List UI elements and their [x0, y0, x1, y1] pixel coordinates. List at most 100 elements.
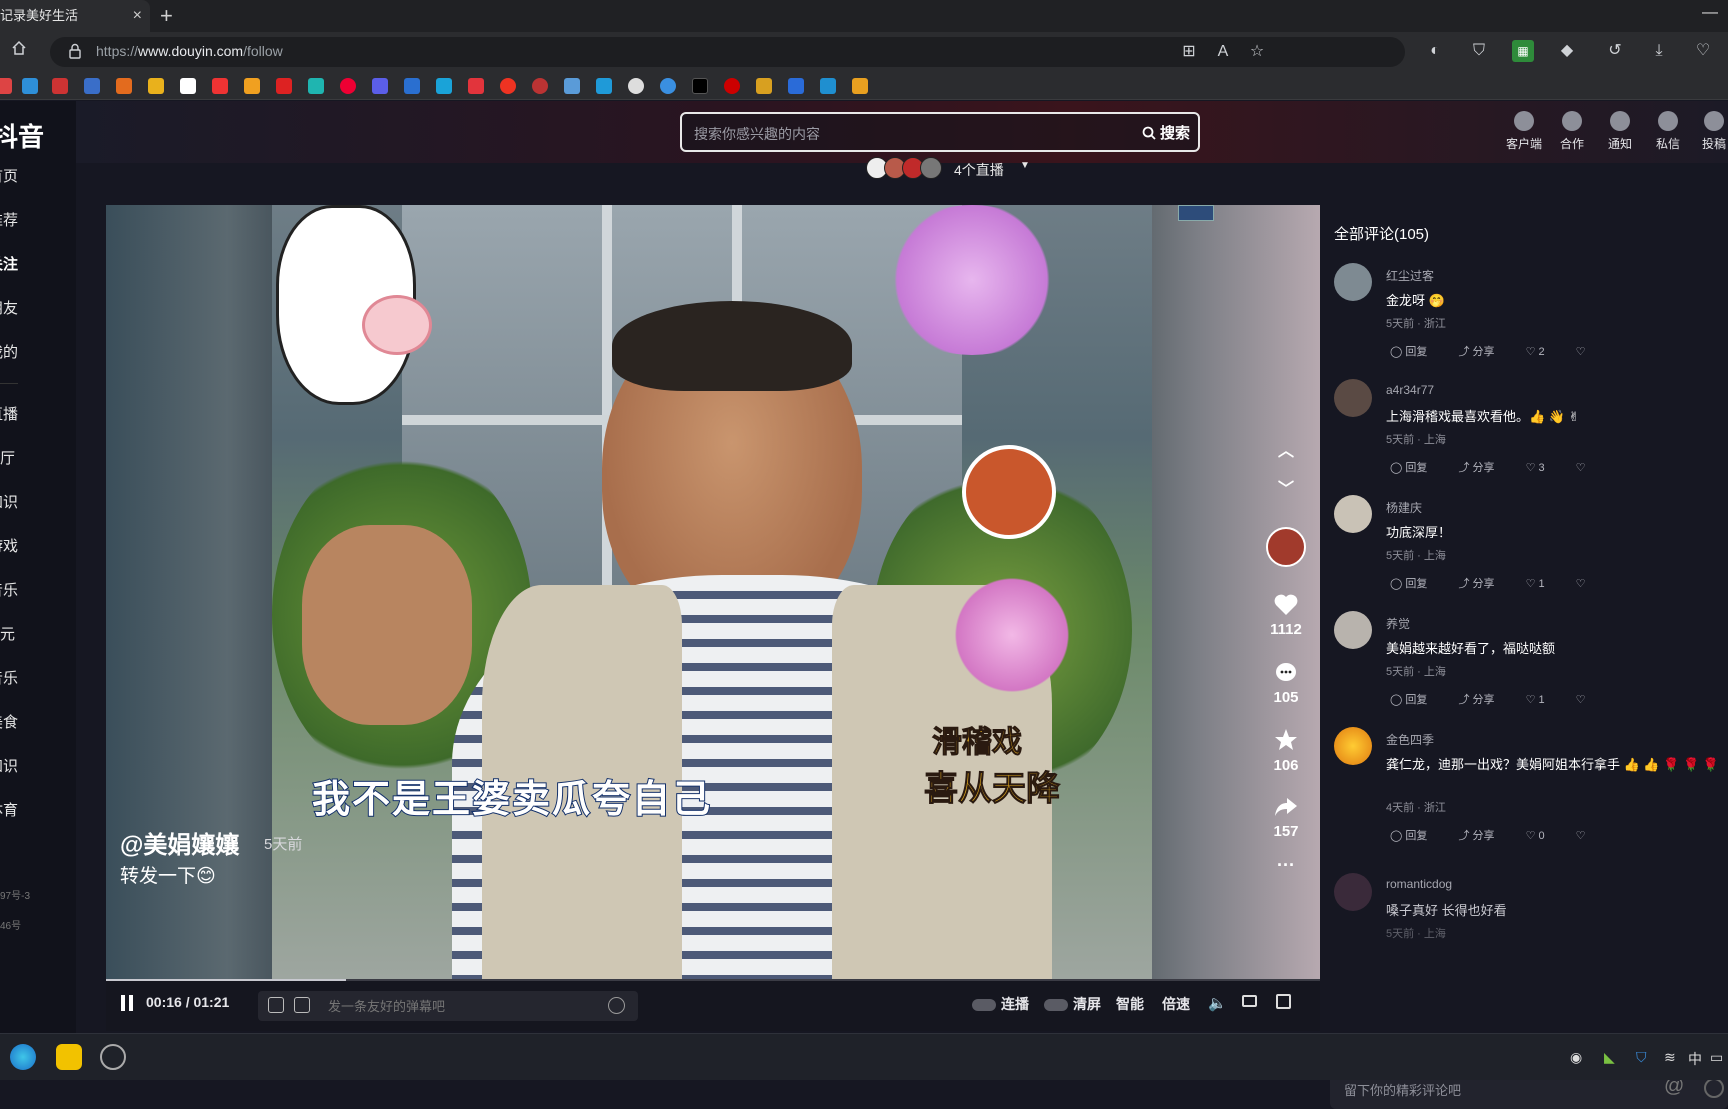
extension-icon[interactable]: ◐	[1424, 40, 1446, 62]
search-input[interactable]: 搜索你感兴趣的内容	[694, 124, 820, 144]
emoji-icon[interactable]	[1704, 1078, 1724, 1098]
danmu-settings-icon[interactable]	[294, 997, 310, 1013]
clear-screen-toggle[interactable]: 清屏	[1044, 994, 1101, 1014]
danmu-input[interactable]	[328, 996, 578, 1016]
new-tab-button[interactable]: +	[160, 4, 173, 28]
share-comment-button[interactable]: ⤴ 分享	[1458, 694, 1508, 706]
danmu-toggle-icon[interactable]	[268, 997, 284, 1013]
sidebar-item-food[interactable]: 美食	[0, 711, 18, 732]
commenter-name[interactable]: a4r34r77	[1386, 383, 1434, 397]
commenter-avatar[interactable]	[1334, 873, 1372, 911]
bookmark-icon[interactable]	[660, 78, 676, 94]
read-aloud-icon[interactable]: A	[1212, 41, 1234, 63]
minimize-button[interactable]: —	[1702, 4, 1718, 22]
commenter-name[interactable]: 红尘过客	[1386, 267, 1434, 284]
bookmark-icon[interactable]	[84, 78, 100, 94]
sidebar-item-live[interactable]: 直播	[0, 403, 18, 424]
commenter-avatar[interactable]	[1334, 611, 1372, 649]
bookmark-icon[interactable]	[276, 78, 292, 94]
bookmark-icon[interactable]	[564, 78, 580, 94]
comment-like-button[interactable]: ♡ 3	[1526, 462, 1559, 474]
favorite-button[interactable]: 106	[1256, 727, 1316, 774]
video-player[interactable]: 滑稽戏 喜从天降 我不是王婆卖瓜夸自己 @美娟孃孃 5天前 转发一下😊 ︿ ﹀ …	[106, 205, 1320, 979]
message-button[interactable]: 私信	[1646, 111, 1690, 152]
volume-icon[interactable]: 🔈	[1208, 994, 1227, 1012]
bookmark-icon[interactable]	[148, 78, 164, 94]
fullscreen-icon[interactable]	[1276, 994, 1291, 1012]
bookmark-icon[interactable]	[0, 78, 12, 94]
dislike-icon[interactable]: ♡	[1576, 462, 1586, 474]
bookmark-icon[interactable]	[372, 78, 388, 94]
sidebar-item-theater[interactable]: 放映厅	[0, 447, 15, 468]
bookmark-icon[interactable]	[628, 78, 644, 94]
share-button[interactable]: 157	[1256, 795, 1316, 840]
download-icon[interactable]: ⤓	[1648, 40, 1670, 62]
bookmark-icon[interactable]	[820, 78, 836, 94]
sidebar-item-knowledge-2[interactable]: 知识	[0, 755, 18, 776]
comment-button[interactable]: 105	[1256, 661, 1316, 706]
sidebar-item-recommend[interactable]: 推荐	[0, 209, 18, 230]
sidebar-item-sports[interactable]: 体育	[0, 799, 18, 820]
bookmark-icon[interactable]	[596, 78, 612, 94]
reply-button[interactable]: ◯ 回复	[1390, 830, 1441, 842]
share-comment-button[interactable]: ⤴ 分享	[1458, 462, 1508, 474]
security-shield-icon[interactable]: ⛉	[1636, 1049, 1647, 1066]
notification-tray-icon[interactable]: ▭	[1710, 1049, 1723, 1066]
comment-like-button[interactable]: ♡ 2	[1526, 346, 1559, 358]
live-avatar[interactable]	[920, 157, 942, 179]
commenter-avatar[interactable]	[1334, 727, 1372, 765]
commenter-name[interactable]: 养觉	[1386, 615, 1410, 632]
bookmark-icon[interactable]	[436, 78, 452, 94]
reply-button[interactable]: ◯ 回复	[1390, 694, 1441, 706]
bookmark-icon[interactable]	[756, 78, 772, 94]
health-icon[interactable]: ♡	[1692, 40, 1714, 62]
tiktok-icon[interactable]	[692, 78, 708, 94]
sidebar-item-music[interactable]: 音乐	[0, 667, 18, 688]
bookmark-icon[interactable]	[404, 78, 420, 94]
progress-bar[interactable]	[106, 979, 1320, 981]
obs-icon[interactable]	[100, 1044, 126, 1070]
commenter-avatar[interactable]	[1334, 263, 1372, 301]
browser-tab[interactable]: 记录美好生活 ×	[0, 0, 150, 32]
history-icon[interactable]: ↺	[1604, 40, 1626, 62]
client-button[interactable]: 客户端	[1502, 111, 1546, 152]
commenter-avatar[interactable]	[1334, 495, 1372, 533]
more-options-button[interactable]: ···	[1256, 855, 1316, 876]
bookmark-icon[interactable]	[500, 78, 516, 94]
next-video-chevron-down-icon[interactable]: ﹀	[1256, 475, 1316, 499]
commenter-name[interactable]: 金色四季	[1386, 731, 1434, 748]
douyin-logo[interactable]: 抖音	[0, 117, 44, 154]
comment-like-button[interactable]: ♡ 1	[1526, 694, 1559, 706]
extension-green-icon[interactable]: ▦	[1512, 40, 1534, 62]
bookmark-icon[interactable]	[788, 78, 804, 94]
favorite-star-icon[interactable]: ☆	[1246, 41, 1268, 63]
shield-icon[interactable]: ⛉	[1468, 40, 1490, 62]
picture-in-picture-icon[interactable]	[1242, 994, 1257, 1010]
address-bar[interactable]: https://www.douyin.com/follow ⊞ A ☆	[50, 37, 1405, 67]
bookmark-icon[interactable]	[212, 78, 228, 94]
previous-video-chevron-up-icon[interactable]: ︿	[1256, 437, 1316, 461]
bookmark-icon[interactable]	[532, 78, 548, 94]
comment-like-button[interactable]: ♡ 1	[1526, 578, 1559, 590]
home-icon[interactable]	[8, 40, 30, 62]
sidebar-item-games[interactable]: 游戏	[0, 535, 18, 556]
search-box[interactable]: 搜索你感兴趣的内容 搜索	[680, 112, 1200, 152]
nvidia-icon[interactable]: ◣	[1604, 1049, 1615, 1066]
commenter-name[interactable]: romanticdog	[1386, 877, 1452, 891]
autoplay-toggle[interactable]: 连播	[972, 994, 1029, 1014]
commenter-name[interactable]: 杨建庆	[1386, 499, 1422, 516]
playback-speed-button[interactable]: 倍速	[1162, 994, 1190, 1014]
sidebar-item-friends[interactable]: 朋友	[0, 297, 18, 318]
upload-button[interactable]: 投稿	[1692, 111, 1728, 152]
tab-close-icon[interactable]: ×	[133, 0, 142, 32]
bookmark-icon[interactable]	[22, 78, 38, 94]
reply-button[interactable]: ◯ 回复	[1390, 346, 1441, 358]
video-author[interactable]: @美娟孃孃	[120, 825, 239, 860]
sidebar-item-mine[interactable]: 我的	[0, 341, 18, 362]
edge-browser-icon[interactable]	[10, 1044, 36, 1070]
bookmark-icon[interactable]	[340, 78, 356, 94]
bookmark-icon[interactable]	[116, 78, 132, 94]
comment-like-button[interactable]: ♡ 0	[1526, 830, 1559, 842]
commenter-avatar[interactable]	[1334, 379, 1372, 417]
reply-button[interactable]: ◯ 回复	[1390, 578, 1441, 590]
